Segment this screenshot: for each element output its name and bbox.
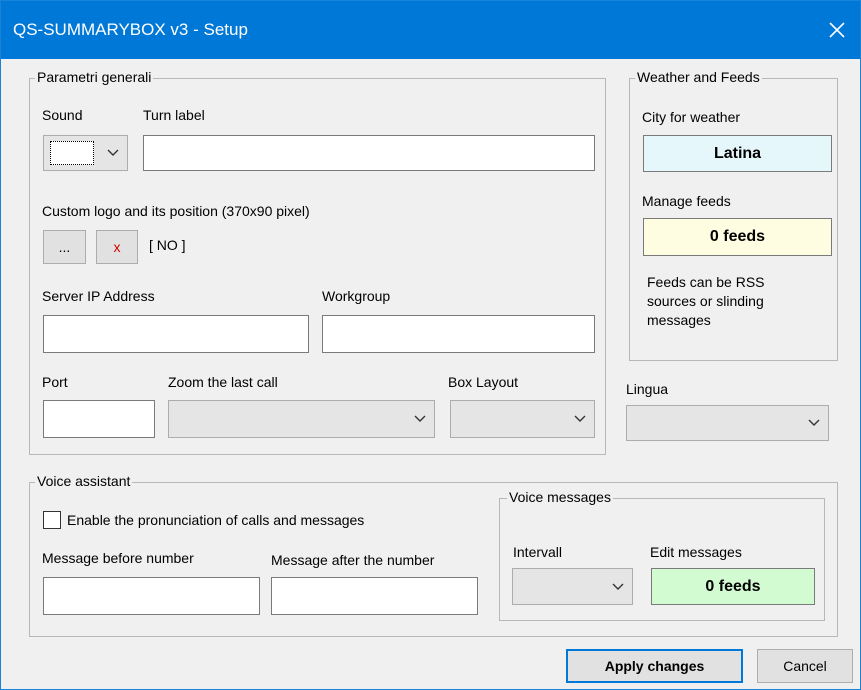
box-layout-label: Box Layout [448,374,519,390]
voice-assistant-legend: Voice assistant [35,473,133,489]
feeds-note: Feeds can be RSS sources or slinding mes… [647,274,765,328]
box-layout-select[interactable] [450,400,595,438]
workgroup-label: Workgroup [322,288,391,304]
message-before-input[interactable] [43,577,260,615]
apply-changes-button[interactable]: Apply changes [566,649,743,683]
manage-feeds-label: Manage feeds [642,193,731,209]
port-label: Port [42,374,68,390]
general-settings-legend: Parametri generali [35,69,154,85]
setup-window: QS-SUMMARYBOX v3 - Setup Parametri gener… [0,0,861,690]
chevron-down-icon [574,415,586,422]
custom-logo-label: Custom logo and its position (370x90 pix… [42,203,310,219]
cancel-button[interactable]: Cancel [757,649,853,683]
window-title: QS-SUMMARYBOX v3 - Setup [13,20,248,39]
enable-pronunciation-label[interactable]: Enable the pronunciation of calls and me… [67,512,364,528]
enable-pronunciation-checkbox[interactable] [43,511,61,529]
browse-logo-button[interactable]: ... [43,230,86,264]
lingua-label: Lingua [626,381,669,397]
close-icon [829,22,845,38]
interval-label: Intervall [513,544,563,560]
message-after-label: Message after the number [271,552,435,568]
sound-select[interactable] [43,135,128,171]
zoom-label: Zoom the last call [168,374,278,390]
city-weather-label: City for weather [642,109,741,125]
lingua-select[interactable] [626,405,829,441]
message-before-label: Message before number [42,550,194,566]
server-ip-input[interactable] [43,315,309,353]
server-ip-label: Server IP Address [42,288,155,304]
workgroup-input[interactable] [322,315,595,353]
message-after-input[interactable] [271,577,478,615]
weather-feeds-legend: Weather and Feeds [635,69,762,85]
manage-feeds-button[interactable]: 0 feeds [643,218,832,256]
chevron-down-icon [414,415,426,422]
sound-preview [50,141,94,165]
interval-select[interactable] [512,568,633,605]
close-button[interactable] [814,1,860,59]
turn-label-input[interactable] [143,135,595,171]
clear-logo-button[interactable]: x [96,230,138,264]
title-bar: QS-SUMMARYBOX v3 - Setup [1,1,860,59]
sound-label: Sound [42,107,83,123]
port-input[interactable] [43,400,155,438]
chevron-down-icon [808,419,820,426]
edit-messages-label: Edit messages [650,544,742,560]
chevron-down-icon [612,583,624,590]
city-weather-field[interactable]: Latina [643,135,832,172]
voice-messages-legend: Voice messages [507,489,613,505]
zoom-select[interactable] [168,400,435,438]
logo-status: [ NO ] [149,237,186,253]
turn-label: Turn label [143,107,205,123]
chevron-down-icon [107,149,119,156]
edit-messages-button[interactable]: 0 feeds [651,568,815,605]
